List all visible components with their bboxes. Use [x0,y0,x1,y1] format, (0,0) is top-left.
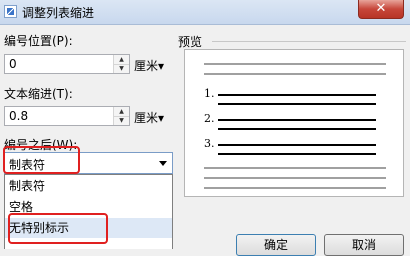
title-bar: 调整列表缩进 ✕ [0,0,410,25]
number-position-unit-dropdown[interactable]: 厘米▾ [134,57,164,74]
number-position-label: 编号位置(P): [4,34,73,48]
preview-line [204,167,386,169]
close-button[interactable]: ✕ [358,0,404,19]
preview-label: 预览 [178,35,203,49]
preview-divider [212,41,406,42]
preview-pane: 1. 2. 3. [184,49,404,197]
preview-line [204,63,386,65]
preview-number: 3. [204,137,215,150]
preview-item-line [218,153,376,155]
preview-line [204,73,386,75]
preview-number: 1. [204,87,215,100]
spin-down-icon[interactable]: ▼ [114,64,129,73]
number-position-spinner[interactable]: ▲ ▼ [113,55,129,73]
highlight-box-option [8,213,108,244]
preview-line [204,187,386,189]
text-indent-label: 文本缩进(T): [4,87,73,101]
preview-item-line [218,94,376,96]
cancel-button[interactable]: 取消 [324,234,404,256]
preview-item-line [218,128,376,130]
ok-button[interactable]: 确定 [236,234,316,256]
preview-line [204,177,386,179]
highlight-box-selected [3,146,80,174]
option-tab[interactable]: 制表符 [5,176,172,196]
app-icon [4,5,17,18]
text-indent-value: 0.8 [9,109,29,123]
number-position-input[interactable]: 0 ▲ ▼ [4,54,130,74]
spin-down-icon[interactable]: ▼ [114,116,129,125]
text-indent-unit-dropdown[interactable]: 厘米▾ [134,109,164,126]
preview-item-line [218,103,376,105]
text-indent-spinner[interactable]: ▲ ▼ [113,107,129,125]
text-indent-input[interactable]: 0.8 ▲ ▼ [4,106,130,126]
preview-item-line [218,119,376,121]
number-position-value: 0 [9,57,17,71]
window-title: 调整列表缩进 [22,6,95,20]
preview-item-line [218,144,376,146]
chevron-down-icon[interactable] [159,161,167,166]
preview-number: 2. [204,112,215,125]
